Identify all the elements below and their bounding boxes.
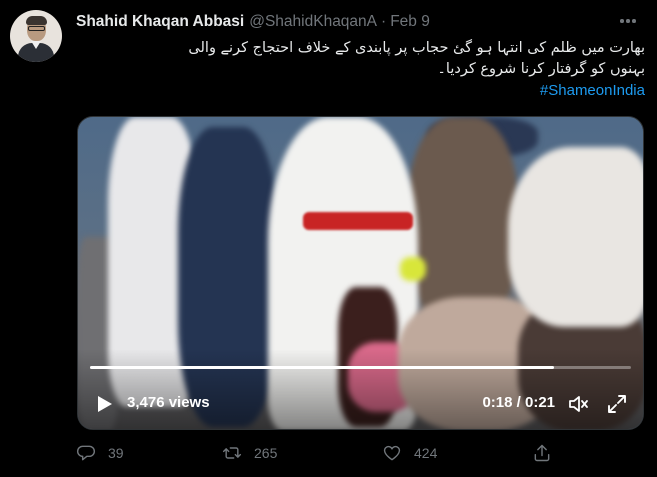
tweet-header: Shahid Khaqan Abbasi @ShahidKhaqanA · Fe…: [76, 12, 430, 32]
view-count: 3,476 views: [127, 394, 210, 411]
video-frame: [78, 117, 643, 429]
avatar[interactable]: [10, 10, 62, 62]
separator-dot: ·: [381, 13, 387, 30]
like-button[interactable]: 424: [382, 443, 437, 463]
volume-icon[interactable]: [567, 392, 591, 416]
video-progress-bar[interactable]: [90, 366, 631, 369]
hashtag-link[interactable]: #ShameonIndia: [540, 82, 645, 99]
video-time: 0:18 / 0:21: [482, 394, 555, 411]
like-count: 424: [414, 445, 438, 461]
retweet-count: 265: [254, 445, 278, 461]
reply-button[interactable]: 39: [76, 443, 124, 463]
share-icon: [534, 444, 550, 462]
tweet-actions: 39 265 424: [76, 440, 636, 470]
play-icon[interactable]: [94, 394, 114, 414]
tweet-text: بھارت میں ظلم کی انتہا ہو گئ حجاب پر پاب…: [76, 38, 645, 102]
tweet-text-line-2: بہنوں کو گرفتار کرنا شروع کردیا۔: [437, 61, 645, 77]
video-progress-fill: [90, 366, 554, 369]
author-name[interactable]: Shahid Khaqan Abbasi: [76, 13, 244, 31]
retweet-button[interactable]: 265: [222, 443, 277, 463]
tweet-text-line-1: بھارت میں ظلم کی انتہا ہو گئ حجاب پر پاب…: [188, 40, 645, 56]
tweet-date[interactable]: Feb 9: [390, 13, 430, 31]
retweet-icon: [222, 447, 242, 459]
like-icon: [383, 445, 401, 461]
author-handle[interactable]: @ShahidKhaqanA: [249, 13, 377, 31]
share-button[interactable]: [532, 443, 552, 463]
video-player[interactable]: 3,476 views 0:18 / 0:21: [77, 116, 644, 430]
reply-icon: [77, 445, 95, 461]
tweet: Shahid Khaqan Abbasi @ShahidKhaqanA · Fe…: [0, 0, 657, 477]
video-controls: 3,476 views 0:18 / 0:21: [78, 385, 643, 421]
fullscreen-icon[interactable]: [605, 392, 629, 416]
reply-count: 39: [108, 445, 124, 461]
more-options-icon[interactable]: [617, 12, 639, 30]
